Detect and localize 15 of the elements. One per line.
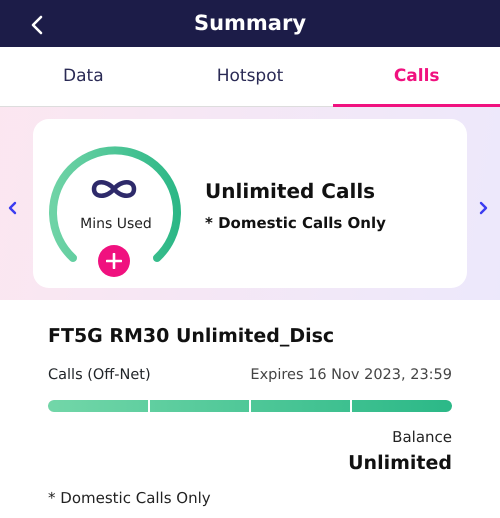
gauge-label: Mins Used <box>79 215 153 234</box>
plan-note: * Domestic Calls Only <box>205 213 386 234</box>
expiry-date: Expires 16 Nov 2023, 23:59 <box>250 366 452 384</box>
balance-value: Unlimited <box>347 450 452 476</box>
plan-name: FT5G RM30 Unlimited_Disc <box>48 324 336 349</box>
infinity-icon <box>92 180 136 198</box>
page-title: Summary <box>194 10 306 37</box>
plan-title: Unlimited Calls <box>205 178 376 205</box>
add-button[interactable] <box>98 245 130 277</box>
balance-label: Balance <box>391 427 452 448</box>
plus-icon <box>106 253 122 269</box>
footnote: * Domestic Calls Only <box>48 488 212 510</box>
tab[interactable]: Hotspot <box>166 47 334 107</box>
tab[interactable]: Data <box>0 47 167 107</box>
usage-type: Calls (Off-Net) <box>48 366 151 384</box>
